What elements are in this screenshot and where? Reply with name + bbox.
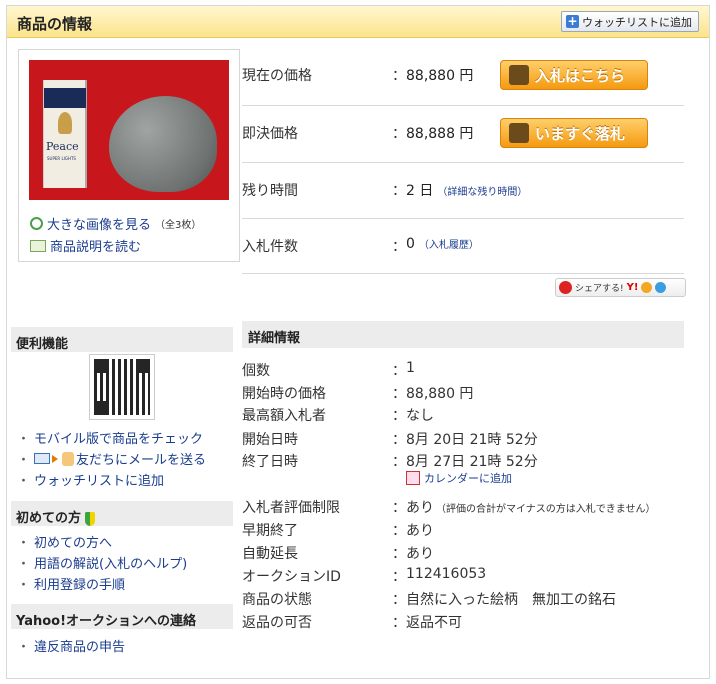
detail-row: 開始日時： 8月 20日 21時 52分 [242, 429, 692, 451]
mixi-icon[interactable] [641, 282, 653, 293]
add-to-calendar-link[interactable]: カレンダーに追加 [406, 470, 512, 486]
item-image-box: Peace SUPER LIGHTS 大きな画像を見る （全3枚） 商品説明を読… [18, 49, 240, 262]
detail-value: あり [406, 523, 434, 539]
gavel-icon [509, 65, 529, 85]
sidebar-item-report[interactable]: ・違反商品の申告 [17, 636, 125, 655]
detail-label: 返品の可否 [242, 615, 312, 631]
current-price-value: 88,880 円 [406, 68, 474, 84]
bids-value: 0 [406, 236, 415, 252]
share-label: シェアする! [575, 284, 624, 294]
detail-label: オークションID [242, 569, 341, 585]
bid-button-label: 入札はこちら [535, 66, 626, 85]
detail-value: 8月 20日 21時 52分 [406, 432, 538, 448]
detail-label: 早期終了 [242, 523, 298, 539]
detail-label: 開始時の価格 [242, 386, 326, 402]
detail-row: 商品の状態：自然に入った絵柄 無加工の銘石 [242, 589, 692, 611]
bids-row: 入札件数 ： 0 （入札履歴） [242, 219, 684, 274]
detail-label: 入札者評価制限 [242, 500, 340, 516]
bid-button[interactable]: 入札はこちら [500, 60, 648, 90]
yahoo-share[interactable]: Y! [627, 282, 639, 293]
buy-now-label: いますぐ落札 [535, 124, 626, 143]
detail-value: 自然に入った絵柄 無加工の銘石 [406, 592, 616, 608]
detail-value: あり （評価の合計がマイナスの方は入札できません） [406, 500, 656, 516]
view-large-label: 大きな画像を見る [47, 218, 152, 233]
view-large-image-link[interactable]: 大きな画像を見る （全3枚） [30, 214, 201, 233]
mail-icon [34, 453, 51, 464]
share-button[interactable]: シェアする! Y! [555, 278, 686, 297]
detail-label: 最高額入札者 [242, 408, 326, 424]
sidebar-item-mobile[interactable]: ・モバイル版で商品をチェック [17, 428, 203, 447]
sidebar-item-watchlist[interactable]: ・ウォッチリストに追加 [17, 470, 164, 489]
beginner-mark-icon [85, 511, 96, 526]
detail-value: 返品不可 [406, 615, 462, 631]
add-to-watchlist-button[interactable]: + ウォッチリストに追加 [561, 11, 699, 32]
pack-name: Peace [46, 140, 79, 153]
share-icon [559, 281, 572, 294]
detail-row: 自動延長：あり [242, 543, 692, 565]
stone [109, 96, 217, 192]
detail-value: 112416053 [406, 566, 487, 582]
detail-row: 開始時の価格： 88,880 円 [242, 383, 692, 405]
details-header: 詳細情報 [242, 321, 684, 348]
item-photo[interactable]: Peace SUPER LIGHTS [29, 60, 229, 200]
detail-row: 入札者評価制限：あり （評価の合計がマイナスの方は入札できません） [242, 497, 692, 519]
bids-label: 入札件数 [242, 239, 298, 255]
detail-row: 最高額入札者：なし [242, 405, 692, 427]
plus-icon: + [566, 14, 579, 28]
detail-label: 商品の状態 [242, 592, 312, 608]
convenience-header: 便利機能 [11, 327, 233, 352]
current-price-label: 現在の価格 [242, 68, 312, 84]
buyout-row: 即決価格 ： 88,888 円 いますぐ落札 [242, 106, 684, 163]
detail-value: 88,880 円 [406, 386, 474, 402]
current-price-row: 現在の価格 ： 88,880 円 入札はこちら [242, 56, 684, 106]
page-title: 商品の情報 [17, 15, 93, 33]
contact-header: Yahoo!オークションへの連絡 [11, 604, 233, 629]
buyout-value: 88,888 円 [406, 126, 474, 142]
image-count: （全3枚） [155, 220, 202, 231]
detail-row: 返品の可否：返品不可 [242, 612, 692, 634]
time-left-value: 2 日 [406, 183, 434, 199]
search-icon [30, 217, 43, 230]
twitter-icon[interactable] [655, 282, 667, 293]
read-description-label: 商品説明を読む [50, 240, 142, 255]
detail-value: 1 [406, 360, 415, 376]
cigarette-pack: Peace SUPER LIGHTS [43, 80, 87, 188]
detail-row: 個数： 1 [242, 360, 415, 379]
time-left-detail-link[interactable]: （詳細な残り時間） [437, 187, 527, 198]
sidebar-item-mail[interactable]: ・友だちにメールを送る [17, 449, 206, 468]
beginners-header: 初めての方 [11, 501, 233, 526]
detail-value: 8月 27日 21時 52分 [406, 454, 538, 470]
detail-row: 早期終了：あり [242, 520, 692, 542]
cart-icon [509, 123, 529, 143]
buyout-label: 即決価格 [242, 126, 298, 142]
detail-row: オークションID： 112416053 [242, 566, 487, 585]
buy-now-button[interactable]: いますぐ落札 [500, 118, 648, 148]
detail-label: 終了日時 [242, 454, 298, 470]
title-bar: 商品の情報 + ウォッチリストに追加 [7, 6, 709, 38]
detail-note: （評価の合計がマイナスの方は入札できません） [436, 504, 656, 515]
sidebar-item-beginners[interactable]: ・初めての方へ [17, 532, 112, 551]
detail-value: なし [406, 408, 434, 424]
time-left-label: 残り時間 [242, 183, 298, 199]
sidebar-item-registration[interactable]: ・利用登録の手順 [17, 574, 125, 593]
qr-code [89, 354, 155, 420]
pack-sub: SUPER LIGHTS [47, 156, 76, 161]
detail-label: 開始日時 [242, 432, 298, 448]
sidebar-item-glossary[interactable]: ・用語の解説(入札のヘルプ) [17, 553, 187, 572]
time-left-row: 残り時間 ： 2 日（詳細な残り時間） [242, 163, 684, 219]
add-to-watchlist-label: ウォッチリストに追加 [582, 15, 692, 29]
read-description-link[interactable]: 商品説明を読む [30, 236, 141, 255]
calendar-icon [406, 471, 420, 485]
detail-value: あり [406, 546, 434, 562]
book-icon [30, 239, 46, 252]
detail-label: 自動延長 [242, 546, 298, 562]
bid-history-link[interactable]: （入札履歴） [419, 240, 479, 251]
detail-label: 個数 [242, 363, 270, 379]
